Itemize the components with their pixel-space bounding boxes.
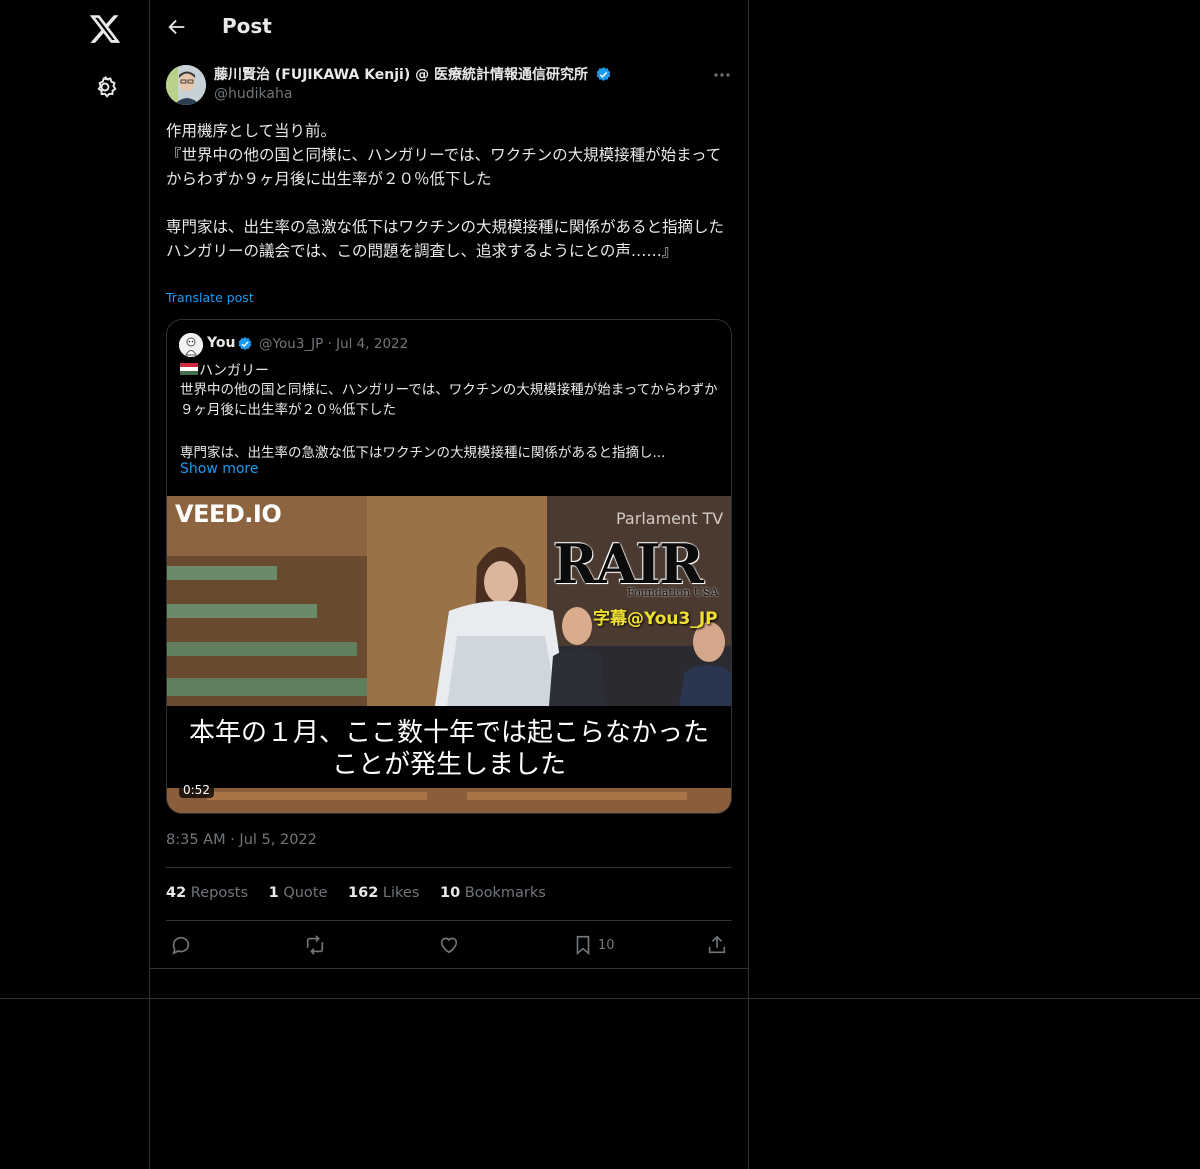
x-logo-icon[interactable]: [88, 12, 122, 46]
page-title: Post: [222, 14, 272, 38]
quoted-meta: @You3_JP · Jul 4, 2022: [259, 336, 409, 352]
reposts-label: Reposts: [190, 885, 249, 901]
quotes-count: 1: [268, 885, 279, 901]
likes-stat[interactable]: 162 Likes: [348, 885, 419, 901]
post-body: 作用機序として当り前。 『世界中の他の国と同様に、ハンガリーでは、ワクチンの大規…: [166, 122, 725, 260]
main-column: Post 藤川賢治 (FUJIKAWA Kenji) @ 医療統計情報通信研究所…: [150, 0, 749, 1169]
video-channel-label: Parlament TV: [616, 509, 724, 528]
verified-badge-icon: [595, 66, 612, 83]
quoted-author-name[interactable]: You: [207, 335, 235, 351]
quotes-label: Quote: [283, 885, 328, 901]
divider: [166, 920, 732, 921]
divider: [166, 867, 732, 868]
like-icon[interactable]: [438, 934, 460, 956]
video-watermark: VEED.IO: [175, 500, 282, 528]
video-brand-subtitle: Foundation USA: [627, 586, 719, 599]
video-subtitle-line: ことが発生しました: [331, 750, 566, 780]
bookmarks-count: 10: [440, 885, 461, 901]
reply-icon[interactable]: [170, 934, 192, 956]
bookmarks-label: Bookmarks: [464, 885, 546, 901]
repost-icon[interactable]: [304, 934, 326, 956]
video-player[interactable]: VEED.IO Parlament TV RAIR Foundation USA…: [167, 496, 731, 813]
bookmarks-stat[interactable]: 10 Bookmarks: [440, 885, 546, 901]
author-handle[interactable]: @hudikaha: [214, 86, 292, 102]
translate-post-link[interactable]: Translate post: [166, 290, 254, 305]
quotes-stat[interactable]: 1 Quote: [269, 885, 328, 901]
more-options-icon[interactable]: [712, 68, 732, 82]
author-name[interactable]: 藤川賢治 (FUJIKAWA Kenji) @ 医療統計情報通信研究所: [214, 64, 588, 84]
divider: [150, 968, 748, 969]
likes-label: Likes: [382, 885, 420, 901]
quoted-first-line: ハンガリー: [199, 363, 269, 379]
gear-icon[interactable]: [92, 74, 118, 100]
header-bar: Post: [150, 0, 748, 54]
quoted-text-truncated: 専門家は、出生率の急激な低下はワクチンの大規模接種に関係があると指摘し...: [180, 445, 666, 461]
arrow-left-icon[interactable]: [166, 16, 188, 38]
quoted-avatar[interactable]: [179, 333, 203, 357]
show-more-link[interactable]: Show more: [180, 461, 259, 477]
quoted-text: 世界中の他の国と同様に、ハンガリーでは、ワクチンの大規模接種が始まってからわずか…: [180, 382, 718, 418]
avatar[interactable]: [166, 65, 206, 105]
left-nav: [0, 0, 150, 1169]
reposts-count: 42: [166, 885, 187, 901]
quoted-post[interactable]: You @You3_JP · Jul 4, 2022 ハンガリー 世界中の他の国…: [166, 319, 732, 814]
divider: [0, 998, 1200, 999]
video-brand-logo: RAIR: [553, 532, 704, 596]
likes-count: 162: [348, 885, 379, 901]
hungary-flag-icon: [180, 363, 198, 375]
post-timestamp[interactable]: 8:35 AM · Jul 5, 2022: [166, 832, 317, 848]
verified-badge-icon: [237, 336, 253, 352]
engagement-stats: 42 Reposts 1 Quote 162 Likes 10 Bookmark…: [166, 885, 562, 901]
bookmark-count: 10: [598, 938, 615, 953]
bookmark-icon[interactable]: [572, 934, 594, 956]
video-credit: 字幕@You3_JP: [593, 609, 718, 629]
video-duration: 0:52: [179, 782, 214, 798]
share-icon[interactable]: [706, 934, 728, 956]
reposts-stat[interactable]: 42 Reposts: [166, 885, 248, 901]
